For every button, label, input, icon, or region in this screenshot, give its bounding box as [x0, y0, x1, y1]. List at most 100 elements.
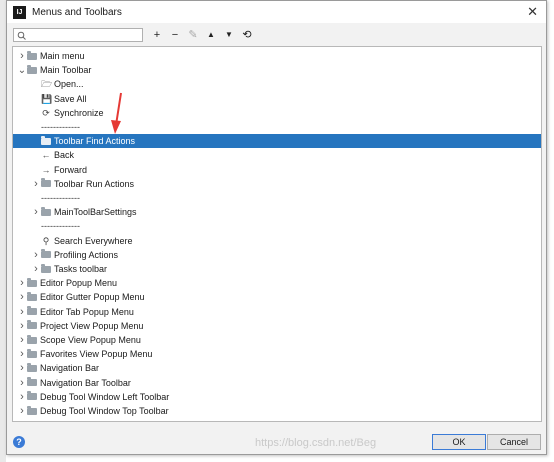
tree-row-label: Profiling Actions: [54, 249, 119, 260]
tree-row[interactable]: -------------: [13, 219, 541, 233]
tree-row[interactable]: › Navigation Bar: [13, 361, 541, 375]
chevron-right-icon[interactable]: ›: [17, 405, 27, 417]
chevron-right-icon[interactable]: ›: [17, 320, 27, 332]
chevron-right-icon[interactable]: ›: [17, 348, 27, 360]
tree-row-label: Debug Tool Window Top Toolbar: [40, 406, 169, 416]
tree-row-label: Toolbar Find Actions: [54, 136, 136, 147]
tree-row[interactable]: › Main menu: [13, 49, 541, 63]
tree-row-label: Synchronize: [54, 107, 104, 118]
tree-row[interactable]: ⌄ Main Toolbar: [13, 63, 541, 77]
folder-icon: [27, 277, 37, 287]
tree-row-label: Search Everywhere: [54, 235, 133, 246]
tree-row-label: Debug Tool Window Left Toolbar: [40, 391, 170, 402]
folder-icon: [27, 291, 37, 301]
tree-row-label: Favorites View Popup Menu: [40, 349, 153, 360]
folder-icon: [27, 50, 37, 60]
chevron-right-icon[interactable]: ›: [17, 391, 27, 403]
search-icon: [17, 31, 26, 40]
search-icon: ⚲: [42, 235, 50, 246]
chevron-right-icon[interactable]: ›: [17, 362, 27, 374]
chevron-right-icon[interactable]: ›: [31, 206, 41, 218]
chevron-right-icon[interactable]: ›: [17, 277, 27, 289]
tree-row[interactable]: 🗁 Open...: [13, 77, 541, 91]
search-field[interactable]: [13, 28, 143, 42]
tree-row-label: Navigation Bar Toolbar: [40, 377, 131, 388]
tree-row[interactable]: › Project View Popup Menu: [13, 319, 541, 333]
folder-icon: [41, 178, 51, 188]
close-icon[interactable]: ✕: [527, 4, 538, 20]
move-down-button[interactable]: ▼: [223, 29, 235, 41]
tree-row-label: Navigation Bar: [40, 363, 100, 374]
folder-icon: [27, 377, 37, 387]
folder-icon: [41, 263, 51, 273]
chevron-right-icon[interactable]: ›: [17, 334, 27, 346]
chevron-right-icon[interactable]: ›: [31, 263, 41, 275]
tree-row[interactable]: › Favorites View Popup Menu: [13, 347, 541, 361]
move-up-button[interactable]: ▲: [205, 29, 217, 41]
open-folder-icon: 🗁: [41, 79, 53, 90]
tree-row[interactable]: › Tasks toolbar: [13, 262, 541, 276]
remove-action-button[interactable]: −: [169, 29, 181, 41]
tree-row[interactable]: › Editor Gutter Popup Menu: [13, 290, 541, 304]
tree-row[interactable]: ⚲ Search Everywhere: [13, 234, 541, 248]
tree-row-label: Main Toolbar: [40, 65, 92, 76]
chevron-down-icon[interactable]: ⌄: [17, 65, 27, 76]
tree-row-label: MainToolBarSettings: [54, 207, 137, 218]
tree-row[interactable]: › Debug Tool Window Left Toolbar: [13, 390, 541, 404]
watermark-text: https://blog.csdn.net/Beg: [255, 437, 377, 449]
separator-label: -------------: [41, 193, 80, 203]
tree-row[interactable]: -------------: [13, 191, 541, 205]
tree-row-label: Scope View Popup Menu: [40, 335, 141, 345]
window-title: Menus and Toolbars: [32, 6, 122, 18]
folder-icon: [41, 249, 51, 259]
tree-row-label: Editor Popup Menu: [40, 278, 118, 289]
folder-icon: [27, 334, 37, 344]
tree-row[interactable]: › Debug Tool Window Top Toolbar: [13, 404, 541, 418]
tree-row[interactable]: › Editor Tab Popup Menu: [13, 305, 541, 319]
folder-icon: [27, 64, 37, 74]
separator-label: -------------: [41, 221, 80, 232]
chevron-right-icon[interactable]: ›: [17, 306, 27, 318]
tree-row[interactable]: › Toolbar Run Actions: [13, 177, 541, 191]
forward-arrow-icon: →: [41, 164, 51, 175]
tree-row[interactable]: ⟳ Synchronize: [13, 106, 541, 120]
chevron-right-icon[interactable]: ›: [17, 377, 27, 389]
add-action-button[interactable]: +: [151, 29, 163, 41]
help-icon[interactable]: ?: [13, 436, 25, 448]
restore-defaults-button[interactable]: ⟲: [241, 29, 253, 41]
tree-row[interactable]: → Forward: [13, 163, 541, 177]
folder-icon: [27, 405, 37, 415]
tree-row-label: Toolbar Run Actions: [54, 178, 135, 189]
folder-icon: [27, 391, 37, 401]
tree-row-label: Open...: [54, 79, 84, 90]
tree-row[interactable]: › Editor Popup Menu: [13, 276, 541, 290]
separator-label: -------------: [41, 122, 80, 132]
tree-row-label: Project View Popup Menu: [40, 320, 144, 331]
tree-row[interactable]: Toolbar Find Actions: [13, 134, 541, 149]
tree-row-label: Forward: [54, 164, 88, 175]
tree-row[interactable]: › Profiling Actions: [13, 248, 541, 262]
tree-row[interactable]: › Navigation Bar Toolbar: [13, 376, 541, 390]
tree-row[interactable]: › MainToolBarSettings: [13, 205, 541, 219]
chevron-right-icon[interactable]: ›: [17, 50, 27, 62]
folder-icon: [27, 320, 37, 330]
chevron-right-icon[interactable]: ›: [17, 291, 27, 303]
tree-row[interactable]: -------------: [13, 120, 541, 134]
tree-row-label: Save All: [54, 93, 87, 104]
edit-icon-button[interactable]: ✎: [187, 29, 199, 41]
tree-row[interactable]: › Scope View Popup Menu: [13, 333, 541, 347]
chevron-right-icon[interactable]: ›: [31, 178, 41, 190]
ok-button[interactable]: OK: [432, 434, 486, 450]
cancel-button[interactable]: Cancel: [487, 434, 541, 450]
folder-icon: [27, 362, 37, 372]
chevron-right-icon[interactable]: ›: [31, 249, 41, 261]
app-icon: IJ: [13, 5, 26, 19]
tree-row-label: Editor Tab Popup Menu: [40, 306, 134, 317]
search-input[interactable]: [27, 30, 129, 40]
folder-icon: [41, 206, 51, 216]
tree-toolbar: + − ✎ ▲ ▼ ⟲: [13, 27, 253, 43]
tree-row-label: Tasks toolbar: [54, 264, 108, 274]
tree-row[interactable]: 💾 Save All: [13, 92, 541, 106]
tree-row[interactable]: ← Back: [13, 148, 541, 162]
actions-tree[interactable]: › Main menu ⌄ Main Toolbar 🗁 Open... 💾 Save All…: [12, 46, 542, 422]
